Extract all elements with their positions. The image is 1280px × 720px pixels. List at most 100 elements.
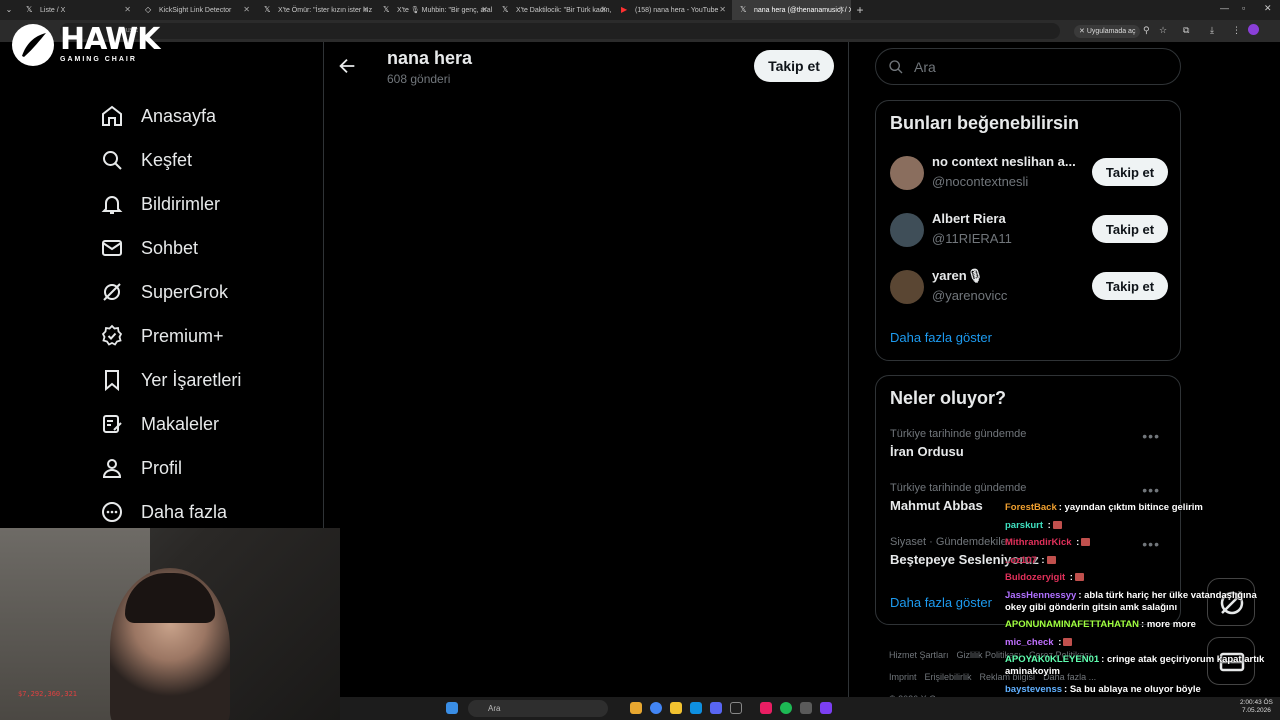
taskbar-search[interactable]: Ara	[468, 700, 608, 717]
close-tab-icon[interactable]: ✕	[719, 5, 726, 14]
follow-user-button[interactable]: Takip et	[1092, 215, 1168, 243]
extensions-icon[interactable]: ⧉	[1183, 25, 1189, 36]
chat-username[interactable]: mic_check	[1005, 637, 1054, 648]
folder-icon[interactable]	[670, 702, 682, 714]
chrome-icon[interactable]	[650, 702, 662, 714]
profile-avatar-icon[interactable]	[1248, 24, 1259, 35]
search-icon	[889, 59, 903, 73]
nav-item-bookmark[interactable]: Yer İşaretleri	[100, 365, 241, 395]
nav-label: Keşfet	[141, 149, 193, 170]
close-tab-icon[interactable]: ✕	[243, 5, 250, 14]
chat-username[interactable]: Buldozeryigit	[1005, 572, 1065, 583]
mail-icon	[102, 240, 122, 256]
nav-item-bell[interactable]: Bildirimler	[100, 189, 220, 219]
suggested-user[interactable]: no context neslihan a... @nocontextnesli T…	[890, 154, 1168, 194]
download-icon[interactable]: ⤓	[1210, 25, 1214, 36]
x-logo-icon: 𝕏	[264, 5, 271, 14]
browser-tab[interactable]: 𝕏 Liste / X ✕	[18, 0, 137, 20]
bookmark-star-icon[interactable]: ☆	[1159, 25, 1167, 36]
browser-tab[interactable]: 𝕏 X'te 🎙 Muhbin: "Bir genç, aral ✕	[375, 0, 494, 20]
hawk-logo: HAWK GAMING CHAIR	[10, 22, 160, 70]
follow-button[interactable]: Takip et	[754, 50, 834, 82]
avatar[interactable]	[890, 213, 924, 247]
chat-text: :	[1055, 636, 1062, 648]
stream-chat-overlay: ForestBack: yayından çıktım bitince geli…	[1005, 502, 1275, 719]
trends-title: Neler oluyor?	[890, 388, 1007, 408]
chat-username[interactable]: APOYAK0KLEYEN01	[1005, 654, 1099, 665]
steam-icon[interactable]	[730, 702, 742, 714]
chat-text: : more more	[1141, 619, 1196, 630]
browser-tab[interactable]: ◇ KickSight Link Detector ✕	[137, 0, 256, 20]
browser-tab[interactable]: 𝕏 X'te Daktilocik: "Bir Türk kadın, ✕	[494, 0, 613, 20]
chat-message: ..oz107 :	[1005, 555, 1275, 567]
browser-tab[interactable]: 𝕏nana hera (@thenanamusic) / X ✕	[732, 0, 851, 20]
nav-item-profile[interactable]: Profil	[100, 453, 182, 483]
close-tab-icon[interactable]: ✕	[481, 5, 488, 14]
footer-link[interactable]: Imprint	[889, 672, 917, 682]
nav-item-home[interactable]: Anasayfa	[100, 101, 216, 131]
nav-item-search[interactable]: Keşfet	[100, 145, 192, 175]
app-icon[interactable]	[760, 702, 772, 714]
page-icon: ◇	[145, 5, 152, 14]
more-options-icon[interactable]: •••	[1142, 428, 1160, 444]
browser-tab[interactable]: ▶ (158) nana hera - YouTube ✕	[613, 0, 732, 20]
nav-item-more[interactable]: Daha fazla	[100, 497, 227, 527]
chat-text: :	[1073, 537, 1080, 548]
search-box[interactable]	[875, 48, 1181, 85]
app-icon[interactable]	[820, 702, 832, 714]
browser-tab[interactable]: 𝕏 X'te Ömür: "İster kızın ister kız ✕	[256, 0, 375, 20]
follow-user-button[interactable]: Takip et	[1092, 158, 1168, 186]
chat-username[interactable]: parskurt	[1005, 520, 1043, 531]
footer-link[interactable]: Erişilebilirlik	[925, 672, 972, 682]
search-icon	[103, 151, 122, 170]
profile-post-count: 608 gönderi	[387, 72, 451, 86]
chat-username[interactable]: APONUNAMINAFETTAHATAN	[1005, 619, 1139, 630]
chat-username[interactable]: ForestBack	[1005, 502, 1057, 513]
nav-item-mail[interactable]: Sohbet	[100, 233, 198, 263]
trend-title: İran Ordusu	[890, 444, 964, 459]
address-bar[interactable]: music	[60, 23, 1060, 39]
search-input[interactable]	[914, 58, 1154, 75]
close-tab-icon[interactable]: ✕	[124, 5, 131, 14]
avatar[interactable]	[890, 156, 924, 190]
show-more-trends-link[interactable]: Daha fazla göster	[890, 595, 992, 610]
nav-item-verified[interactable]: Premium+	[100, 321, 224, 351]
close-tab-icon[interactable]: ✕	[362, 5, 369, 14]
zoom-icon[interactable]: ⚲	[1143, 25, 1150, 36]
nav-item-article[interactable]: Makaleler	[100, 409, 219, 439]
more-options-icon[interactable]: •••	[1142, 482, 1160, 498]
chat-username[interactable]: ..oz107	[1005, 555, 1037, 566]
chat-message: JassHennessyy: abla türk hariç her ülke …	[1005, 590, 1275, 614]
nav-item-grok[interactable]: SuperGrok	[100, 277, 228, 307]
edge-icon[interactable]	[690, 702, 702, 714]
maximize-icon[interactable]: ▫	[1242, 3, 1245, 13]
spotify-icon[interactable]	[780, 702, 792, 714]
chat-username[interactable]: baystevenss	[1005, 684, 1062, 695]
new-tab-button[interactable]: +	[851, 3, 869, 17]
system-clock[interactable]: 2:00:43 ÖS 7.05.2026	[1240, 699, 1273, 715]
close-tab-icon[interactable]: ✕	[600, 5, 607, 14]
show-more-link[interactable]: Daha fazla göster	[890, 330, 992, 345]
footer-link[interactable]: Hizmet Şartları	[889, 650, 949, 660]
back-arrow-icon[interactable]	[336, 55, 358, 77]
follow-user-button[interactable]: Takip et	[1092, 272, 1168, 300]
clock-time: 2:00:43 ÖS	[1240, 699, 1273, 706]
minimize-icon[interactable]: —	[1220, 3, 1229, 13]
avatar[interactable]	[890, 270, 924, 304]
start-icon[interactable]	[446, 702, 458, 714]
chat-username[interactable]: MithrandirKick	[1005, 537, 1072, 548]
close-window-icon[interactable]: ✕	[1264, 3, 1272, 14]
close-tab-icon[interactable]: ✕	[838, 5, 845, 14]
discord-icon[interactable]	[710, 702, 722, 714]
app-icon[interactable]	[800, 702, 812, 714]
suggested-user[interactable]: yaren🎙 @yarenovicc Takip et	[890, 268, 1168, 308]
chat-text: :	[1038, 554, 1045, 566]
suggested-user[interactable]: Albert Riera @11RIERA11 Takip et	[890, 211, 1168, 251]
chat-message: baystevenss: Sa bu ablaya ne oluyor böyl…	[1005, 684, 1275, 696]
chat-username[interactable]: JassHennessyy	[1005, 590, 1076, 601]
trend-item[interactable]: Türkiye tarihinde gündemde İran Ordusu •••	[890, 428, 1168, 468]
tab-search-button[interactable]: ⌄	[0, 0, 18, 20]
menu-icon[interactable]: ⋮	[1232, 25, 1241, 36]
open-in-app-button[interactable]: ✕ Uygulamada aç	[1074, 25, 1141, 38]
file-explorer-icon[interactable]	[630, 702, 642, 714]
